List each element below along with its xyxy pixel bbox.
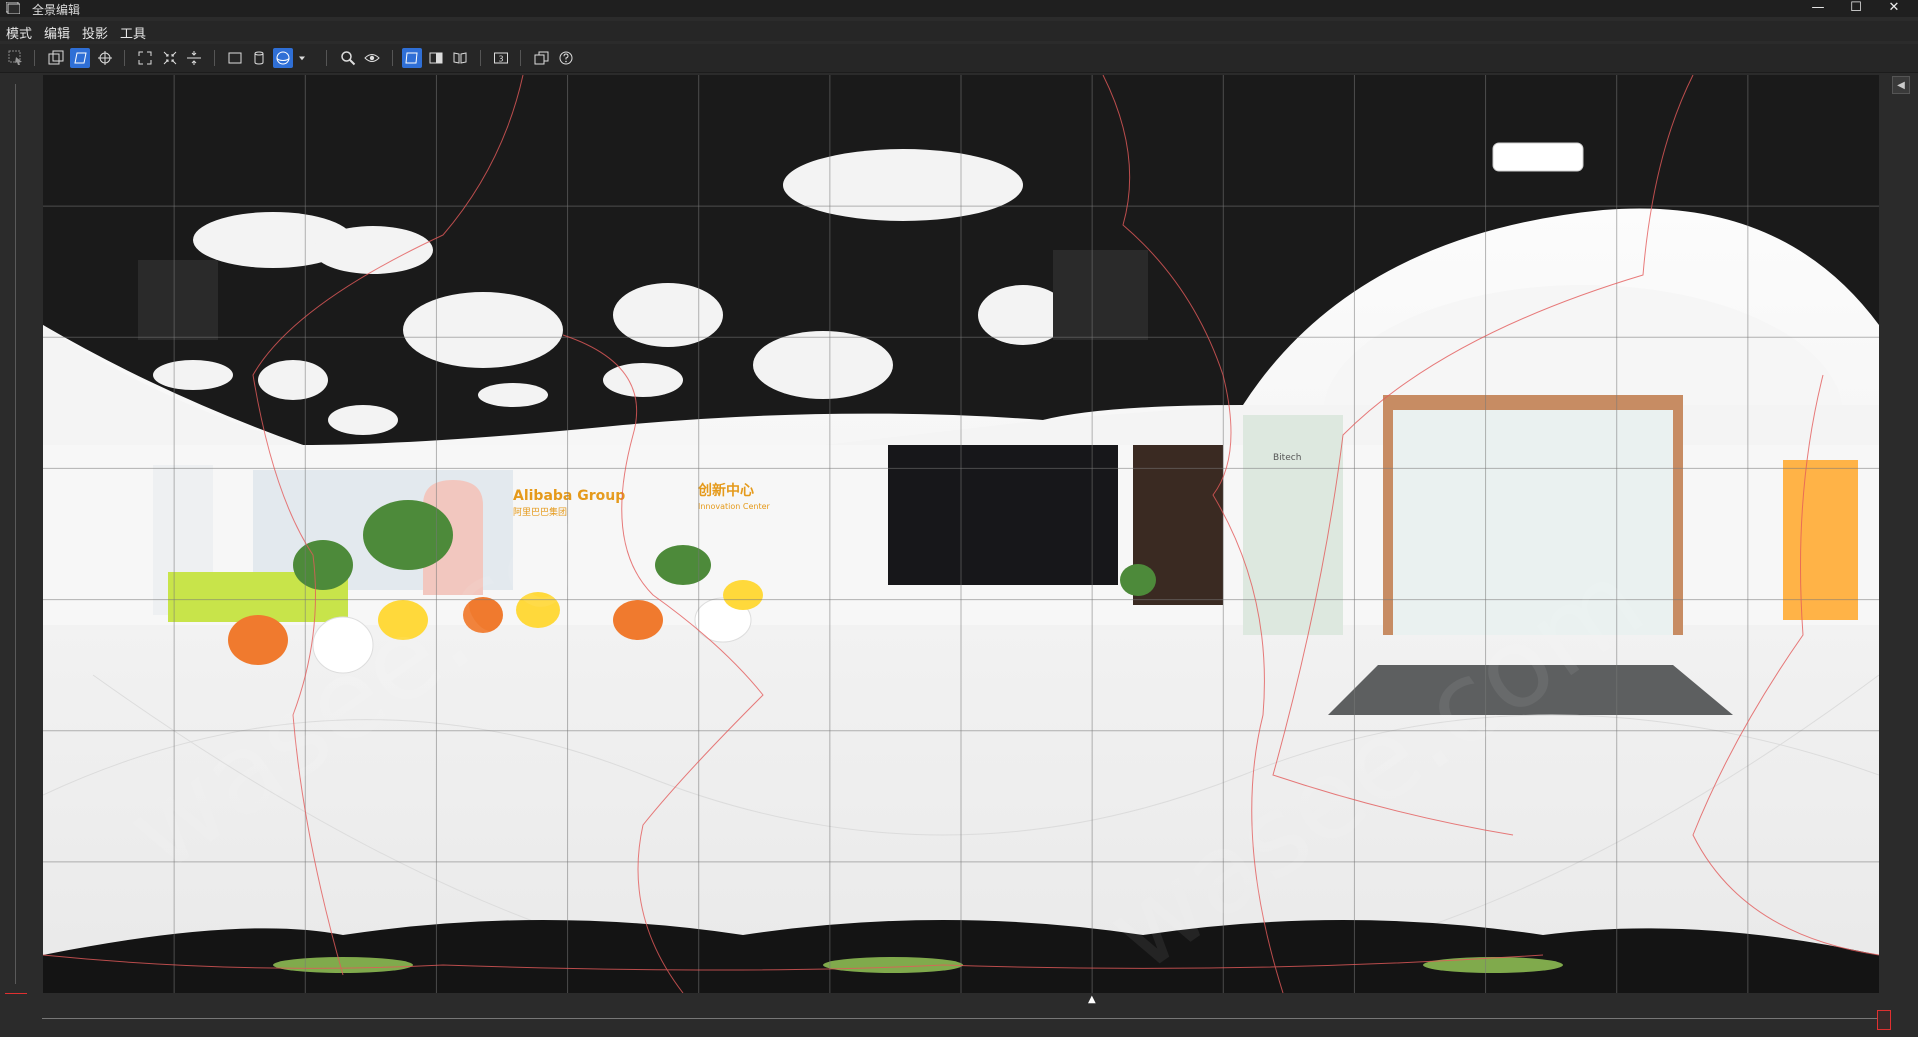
preview-eye-icon[interactable] [362,48,382,68]
menu-projection[interactable]: 投影 [82,23,108,42]
view-compare-icon[interactable] [450,48,470,68]
straighten-icon[interactable] [70,48,90,68]
window-title: 全景编辑 [32,3,81,17]
fit-to-window-icon[interactable] [135,48,155,68]
green-wall [1243,415,1343,635]
vertical-slider-track[interactable] [15,84,16,984]
horizontal-slider-handle[interactable] [1877,1010,1891,1030]
multi-window-icon[interactable] [532,48,552,68]
menu-edit[interactable]: 编辑 [44,23,70,42]
left-panel [0,74,34,1014]
minimize-button[interactable]: — [1800,0,1836,17]
menu-bar: 模式 编辑 投影 工具 [0,21,1918,42]
cylindrical-projection-icon[interactable] [249,48,269,68]
center-text: 创新中心 [697,482,754,499]
crosshair-icon[interactable] [95,48,115,68]
collapse-panel-button[interactable]: ◀ [1892,76,1910,94]
spherical-projection-icon[interactable] [273,48,293,68]
app-icon [6,2,20,14]
3d-view-icon[interactable]: 3 [491,48,511,68]
help-icon[interactable] [556,48,576,68]
bottom-panel: ▲ [0,994,1918,1037]
panorama-canvas[interactable]: Alibaba Group 阿里巴巴集团 创新中心 Innovation Cen… [43,75,1879,993]
center-pointer-icon: ▲ [1088,994,1096,1005]
video-wall [888,445,1118,585]
view-split-icon[interactable] [426,48,446,68]
fill-window-icon[interactable] [160,48,180,68]
horizontal-slider-track[interactable] [42,1018,1878,1019]
center-sub-text: Innovation Center [698,502,771,511]
projection-dropdown-icon[interactable] [296,48,308,68]
menu-tools[interactable]: 工具 [120,23,146,42]
select-tool-icon[interactable] [6,48,26,68]
3d-badge-text: 3 [498,55,503,64]
align-horizon-icon[interactable] [184,48,204,68]
zoom-icon[interactable] [338,48,358,68]
maximize-button[interactable]: ☐ [1838,0,1874,17]
chevron-left-icon: ◀ [1897,79,1905,91]
rotate-image-icon[interactable] [46,48,66,68]
vending-machine [1783,460,1858,620]
ceiling-unit [1492,142,1584,172]
menu-mode[interactable]: 模式 [6,23,32,42]
title-bar: 全景编辑 — ☐ ✕ [0,0,1918,17]
toolbar: 3 [0,44,1918,73]
view-single-icon[interactable] [402,48,422,68]
side-sign-text: Bitech [1273,453,1301,463]
rectilinear-projection-icon[interactable] [225,48,245,68]
close-button[interactable]: ✕ [1876,0,1912,17]
